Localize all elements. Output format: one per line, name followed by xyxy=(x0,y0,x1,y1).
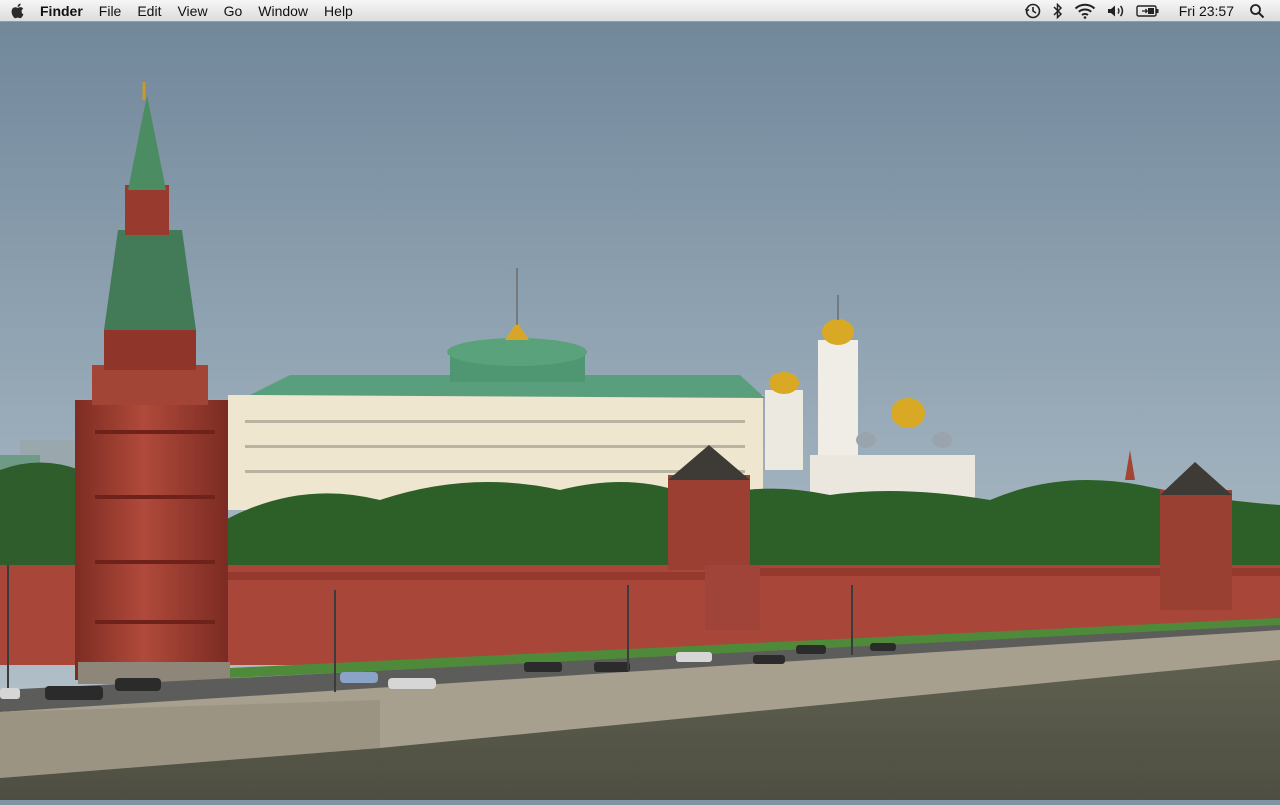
menu-go[interactable]: Go xyxy=(216,0,251,22)
spotlight-search-icon[interactable] xyxy=(1249,0,1265,22)
time-machine-icon[interactable] xyxy=(1024,0,1042,22)
apple-logo-icon[interactable] xyxy=(0,0,34,22)
menu-help[interactable]: Help xyxy=(316,0,361,22)
menu-bar: Finder File Edit View Go Window Help Fri… xyxy=(0,0,1280,22)
menu-app-name[interactable]: Finder xyxy=(34,0,91,22)
volume-icon[interactable] xyxy=(1106,0,1126,22)
menu-window[interactable]: Window xyxy=(250,0,316,22)
status-area: Fri 23:57 xyxy=(1019,0,1280,22)
menu-file[interactable]: File xyxy=(91,0,130,22)
bluetooth-icon[interactable] xyxy=(1052,0,1064,22)
menu-edit[interactable]: Edit xyxy=(129,0,169,22)
menu-view[interactable]: View xyxy=(169,0,215,22)
wifi-icon[interactable] xyxy=(1074,0,1096,22)
wallpaper-image xyxy=(0,0,1280,800)
desktop-wallpaper xyxy=(0,0,1280,800)
menu-clock[interactable]: Fri 23:57 xyxy=(1179,3,1234,19)
battery-icon[interactable] xyxy=(1136,0,1160,22)
